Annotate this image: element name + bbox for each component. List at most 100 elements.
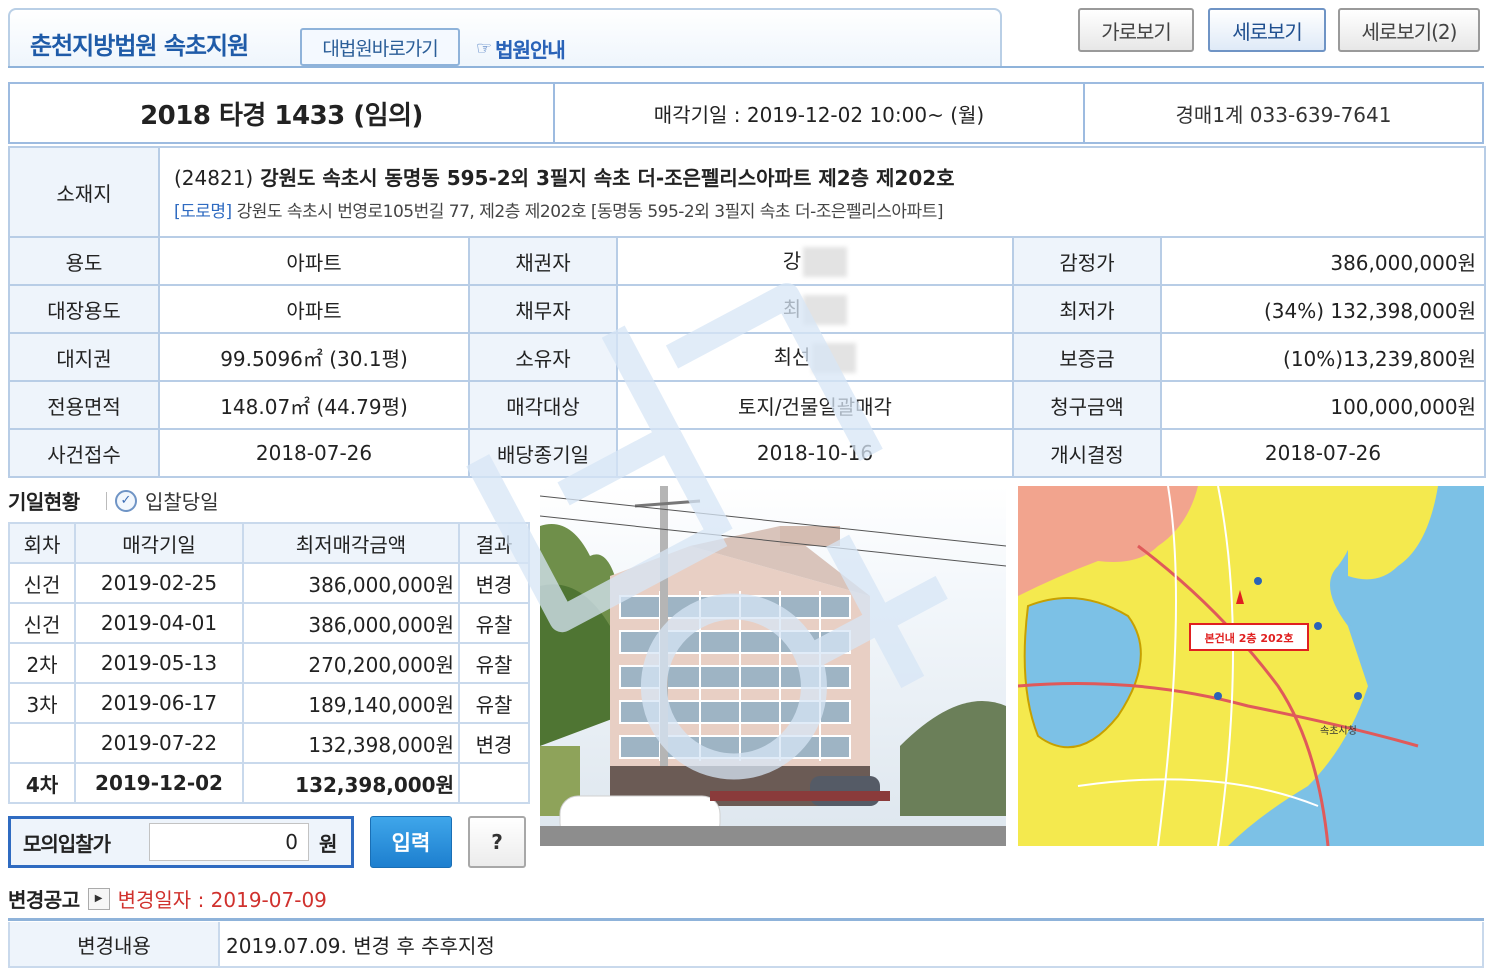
mock-bid-input[interactable] bbox=[149, 823, 309, 861]
supreme-court-link-button[interactable]: 대법원바로가기 bbox=[300, 28, 460, 66]
court-guide-button[interactable]: ☞ 법원안내 bbox=[476, 30, 608, 66]
change-notice-header: 변경공고 ▶ 변경일자 : 2019-07-09 bbox=[8, 884, 327, 913]
owner-value: 최선 bbox=[616, 332, 1014, 382]
amount-cell: 270,200,000원 bbox=[242, 642, 460, 684]
legend-separator bbox=[106, 491, 107, 510]
help-button[interactable]: ? bbox=[468, 816, 526, 868]
date-cell: 2019-12-02 bbox=[74, 762, 244, 804]
mock-bid-unit: 원 bbox=[319, 831, 338, 856]
result-cell: 유찰 bbox=[458, 602, 530, 644]
result-cell: 변경 bbox=[458, 722, 530, 764]
round-cell: 2차 bbox=[8, 642, 76, 684]
table-row: 4차 2019-12-02 132,398,000원 bbox=[8, 762, 530, 804]
header-divider bbox=[8, 66, 1484, 68]
amount-cell: 386,000,000원 bbox=[242, 562, 460, 604]
minimum-amount-header: 최저매각금액 bbox=[242, 522, 460, 564]
play-icon[interactable]: ▶ bbox=[87, 887, 110, 910]
table-row: 2차 2019-05-13 270,200,000원 유찰 bbox=[8, 642, 530, 684]
dividend-deadline-value: 2018-10-16 bbox=[616, 428, 1014, 478]
exclusive-area-value: 148.07㎡ (44.79평) bbox=[158, 380, 470, 430]
creditor-name: 강 bbox=[782, 248, 802, 273]
change-content-value: 2019.07.09. 변경 후 추후지정 bbox=[226, 933, 495, 958]
commencement-value: 2018-07-26 bbox=[1160, 428, 1486, 478]
dividend-deadline-label: 배당종기일 bbox=[468, 428, 618, 478]
usage-label: 용도 bbox=[8, 236, 160, 286]
case-number: 2018 타경 1433 (임의) bbox=[10, 84, 555, 142]
round-cell: 3차 bbox=[8, 682, 76, 724]
table-row: 3차 2019-06-17 189,140,000원 유찰 bbox=[8, 682, 530, 724]
round-cell: 신건 bbox=[8, 602, 76, 644]
building-photo-drawing bbox=[540, 486, 1006, 846]
table-row: 신건 2019-02-25 386,000,000원 변경 bbox=[8, 562, 530, 604]
road-address: [도로명] 강원도 속초시 번영로105번길 77, 제2층 제202호 [동명… bbox=[174, 197, 1484, 222]
debtor-value: 최 bbox=[616, 284, 1014, 334]
legend-label: 입찰당일 bbox=[145, 490, 219, 514]
creditor-label: 채권자 bbox=[468, 236, 618, 286]
amount-cell: 386,000,000원 bbox=[242, 602, 460, 644]
amount-cell: 132,398,000원 bbox=[242, 722, 460, 764]
map-marker-label: 본건내 2층 202호 bbox=[1205, 631, 1294, 645]
pointing-hand-icon: ☞ bbox=[476, 37, 492, 59]
horizontal-view-button[interactable]: 가로보기 bbox=[1078, 8, 1194, 52]
vertical-view-2-button[interactable]: 세로보기(2) bbox=[1338, 8, 1480, 52]
address-label: 소재지 bbox=[8, 146, 160, 238]
address-zip: (24821) bbox=[174, 166, 254, 190]
redacted-block bbox=[812, 343, 857, 374]
change-notice-title: 변경공고 bbox=[8, 888, 80, 912]
result-cell: 변경 bbox=[458, 562, 530, 604]
debtor-name: 최 bbox=[782, 296, 802, 321]
vertical-view-button[interactable]: 세로보기 bbox=[1208, 8, 1326, 52]
appraisal-value: 386,000,000원 bbox=[1160, 236, 1486, 286]
result-cell: 유찰 bbox=[458, 682, 530, 724]
address-text: 강원도 속초시 동명동 595-2외 3필지 속초 더-조은펠리스아파트 제2층… bbox=[260, 166, 955, 190]
road-address-tag: [도로명] bbox=[174, 202, 232, 222]
sale-date: 매각기일 : 2019-12-02 10:00~ (월) bbox=[555, 84, 1085, 142]
ledger-usage-value: 아파트 bbox=[158, 284, 470, 334]
change-content-row: 변경내용 2019.07.09. 변경 후 추후지정 bbox=[8, 922, 1484, 968]
date-cell: 2019-02-25 bbox=[74, 562, 244, 604]
amount-cell: 132,398,000원 bbox=[242, 762, 460, 804]
land-right-value: 99.5096㎡ (30.1평) bbox=[158, 332, 470, 382]
table-row: 신건 2019-04-01 386,000,000원 유찰 bbox=[8, 602, 530, 644]
deposit-value: (10%)13,239,800원 bbox=[1160, 332, 1486, 382]
property-info-table: 소재지 (24821) 강원도 속초시 동명동 595-2외 3필지 속초 더-… bbox=[8, 146, 1486, 478]
table-row: 2019-07-22 132,398,000원 변경 bbox=[8, 722, 530, 764]
round-cell: 신건 bbox=[8, 562, 76, 604]
schedule-legend: ✓ 입찰당일 bbox=[106, 486, 219, 515]
sale-target-value: 토지/건물일괄매각 bbox=[616, 380, 1014, 430]
court-header-tab: 춘천지방법원 속초지원 대법원바로가기 ☞ 법원안내 bbox=[8, 8, 1002, 68]
address-cell: (24821) 강원도 속초시 동명동 595-2외 3필지 속초 더-조은펠리… bbox=[158, 146, 1486, 238]
address-row: 소재지 (24821) 강원도 속초시 동명동 595-2외 3필지 속초 더-… bbox=[8, 146, 1486, 238]
schedule-table: 회차 매각기일 최저매각금액 결과 신건 2019-02-25 386,000,… bbox=[8, 522, 530, 804]
claim-amount-label: 청구금액 bbox=[1012, 380, 1162, 430]
schedule-header-row: 회차 매각기일 최저매각금액 결과 bbox=[8, 522, 530, 564]
minimum-price-label: 최저가 bbox=[1012, 284, 1162, 334]
commencement-label: 개시결정 bbox=[1012, 428, 1162, 478]
ledger-usage-label: 대장용도 bbox=[8, 284, 160, 334]
location-map[interactable]: 본건내 2층 202호 속초시청 bbox=[1018, 486, 1484, 846]
owner-name: 최선 bbox=[773, 344, 811, 369]
road-address-text: 강원도 속초시 번영로105번길 77, 제2층 제202호 [동명동 595-… bbox=[236, 202, 944, 222]
case-received-label: 사건접수 bbox=[8, 428, 160, 478]
change-content-label: 변경내용 bbox=[10, 922, 220, 966]
appraisal-label: 감정가 bbox=[1012, 236, 1162, 286]
table-row: 대지권 99.5096㎡ (30.1평) 소유자 최선 보증금 (10%)13,… bbox=[8, 332, 1486, 382]
minimum-price-value: (34%) 132,398,000원 bbox=[1160, 284, 1486, 334]
court-guide-label: 법원안내 bbox=[495, 34, 566, 63]
enter-button[interactable]: 입력 bbox=[370, 816, 452, 868]
result-cell: 유찰 bbox=[458, 642, 530, 684]
owner-label: 소유자 bbox=[468, 332, 618, 382]
usage-value: 아파트 bbox=[158, 236, 470, 286]
redacted-block bbox=[803, 295, 848, 326]
creditor-value: 강 bbox=[616, 236, 1014, 286]
debtor-label: 채무자 bbox=[468, 284, 618, 334]
round-cell bbox=[8, 722, 76, 764]
mock-bid-label: 모의입찰가 bbox=[23, 831, 111, 856]
sale-date-header: 매각기일 bbox=[74, 522, 244, 564]
change-date: 변경일자 : 2019-07-09 bbox=[117, 888, 327, 912]
date-cell: 2019-06-17 bbox=[74, 682, 244, 724]
case-received-value: 2018-07-26 bbox=[158, 428, 470, 478]
case-summary-row: 2018 타경 1433 (임의) 매각기일 : 2019-12-02 10:0… bbox=[8, 82, 1484, 144]
amount-cell: 189,140,000원 bbox=[242, 682, 460, 724]
building-photo[interactable] bbox=[540, 486, 1006, 846]
